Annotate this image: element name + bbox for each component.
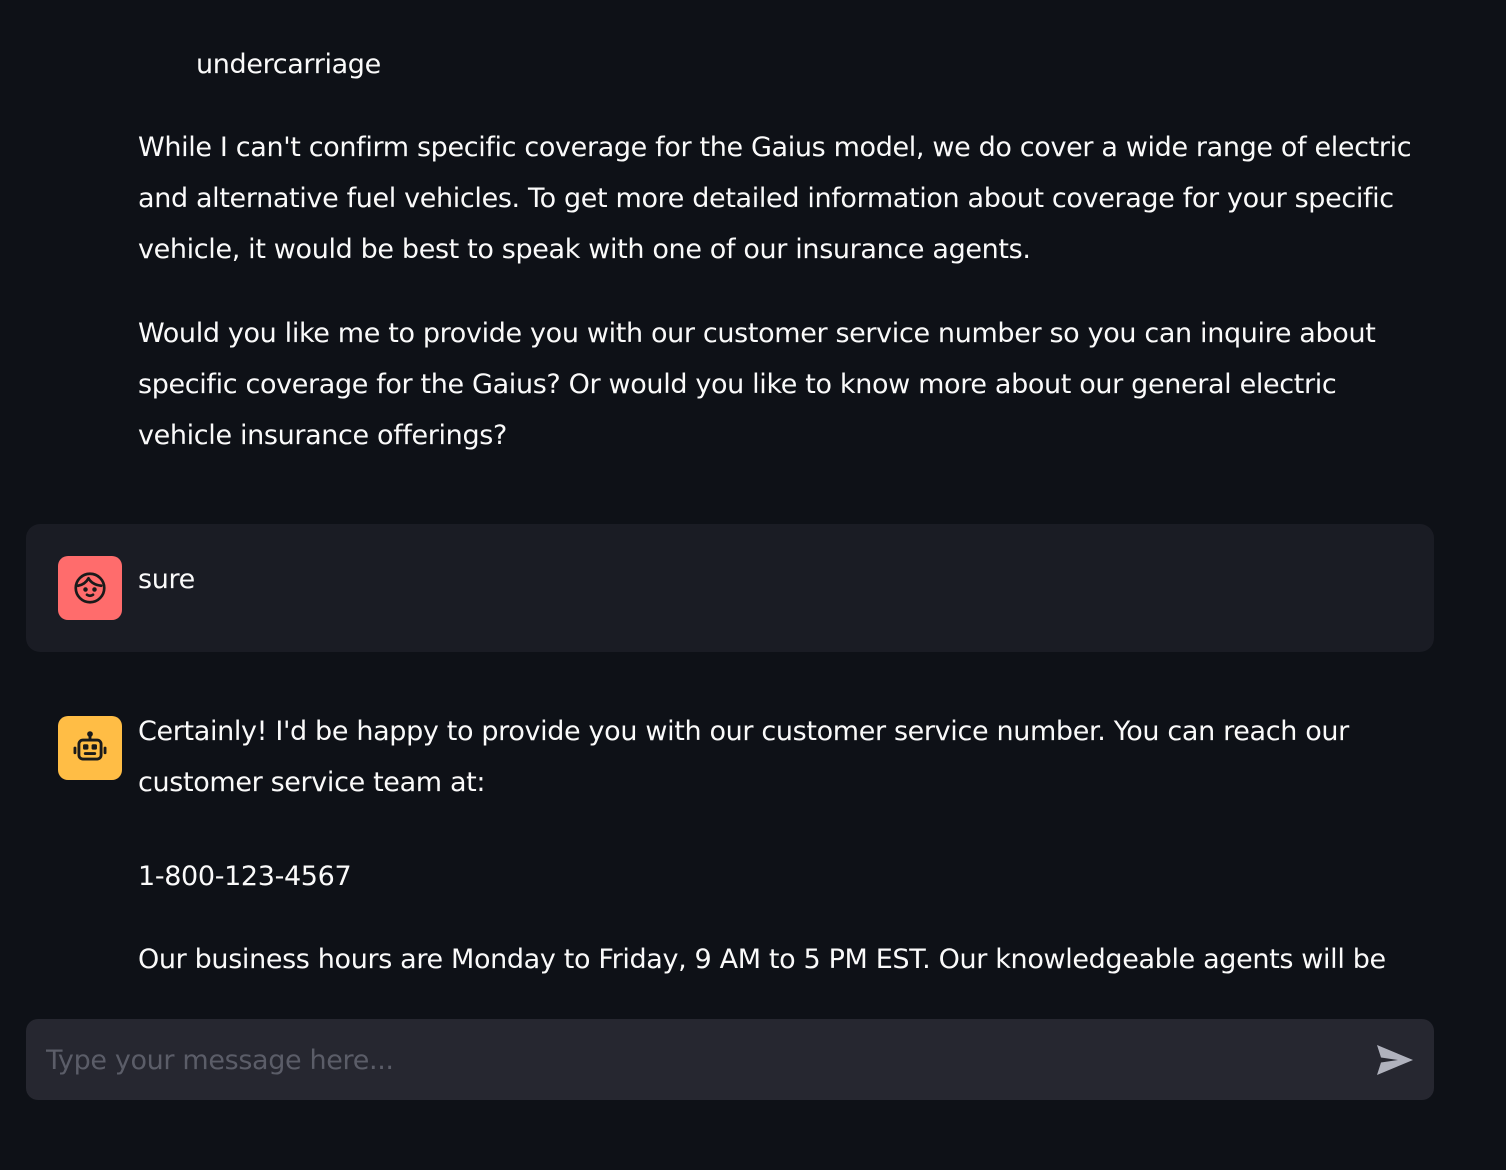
user-message-text: sure (138, 564, 195, 595)
send-button[interactable] (1374, 1039, 1416, 1081)
assistant-paragraph: Certainly! I'd be happy to provide you w… (138, 716, 1349, 798)
chat-history[interactable]: undercarriage While I can't confirm spec… (0, 0, 1506, 1000)
phone-number: 1-800-123-4567 (138, 861, 352, 892)
user-face-icon (58, 556, 122, 620)
list-item-tail: undercarriage (196, 49, 381, 80)
user-message: sure (26, 524, 1434, 652)
chat-input-bar (26, 1019, 1434, 1102)
send-arrow-icon (1377, 1045, 1413, 1075)
previous-assistant-message: undercarriage While I can't confirm spec… (138, 39, 1438, 451)
assistant-paragraph: Our business hours are Monday to Friday,… (138, 944, 1386, 975)
message-input[interactable] (44, 1019, 1348, 1102)
assistant-paragraph: While I can't confirm specific coverage … (138, 132, 1412, 265)
chat-page: undercarriage While I can't confirm spec… (0, 0, 1506, 1170)
assistant-paragraph: Would you like me to provide you with ou… (138, 318, 1376, 451)
robot-icon (58, 716, 122, 780)
